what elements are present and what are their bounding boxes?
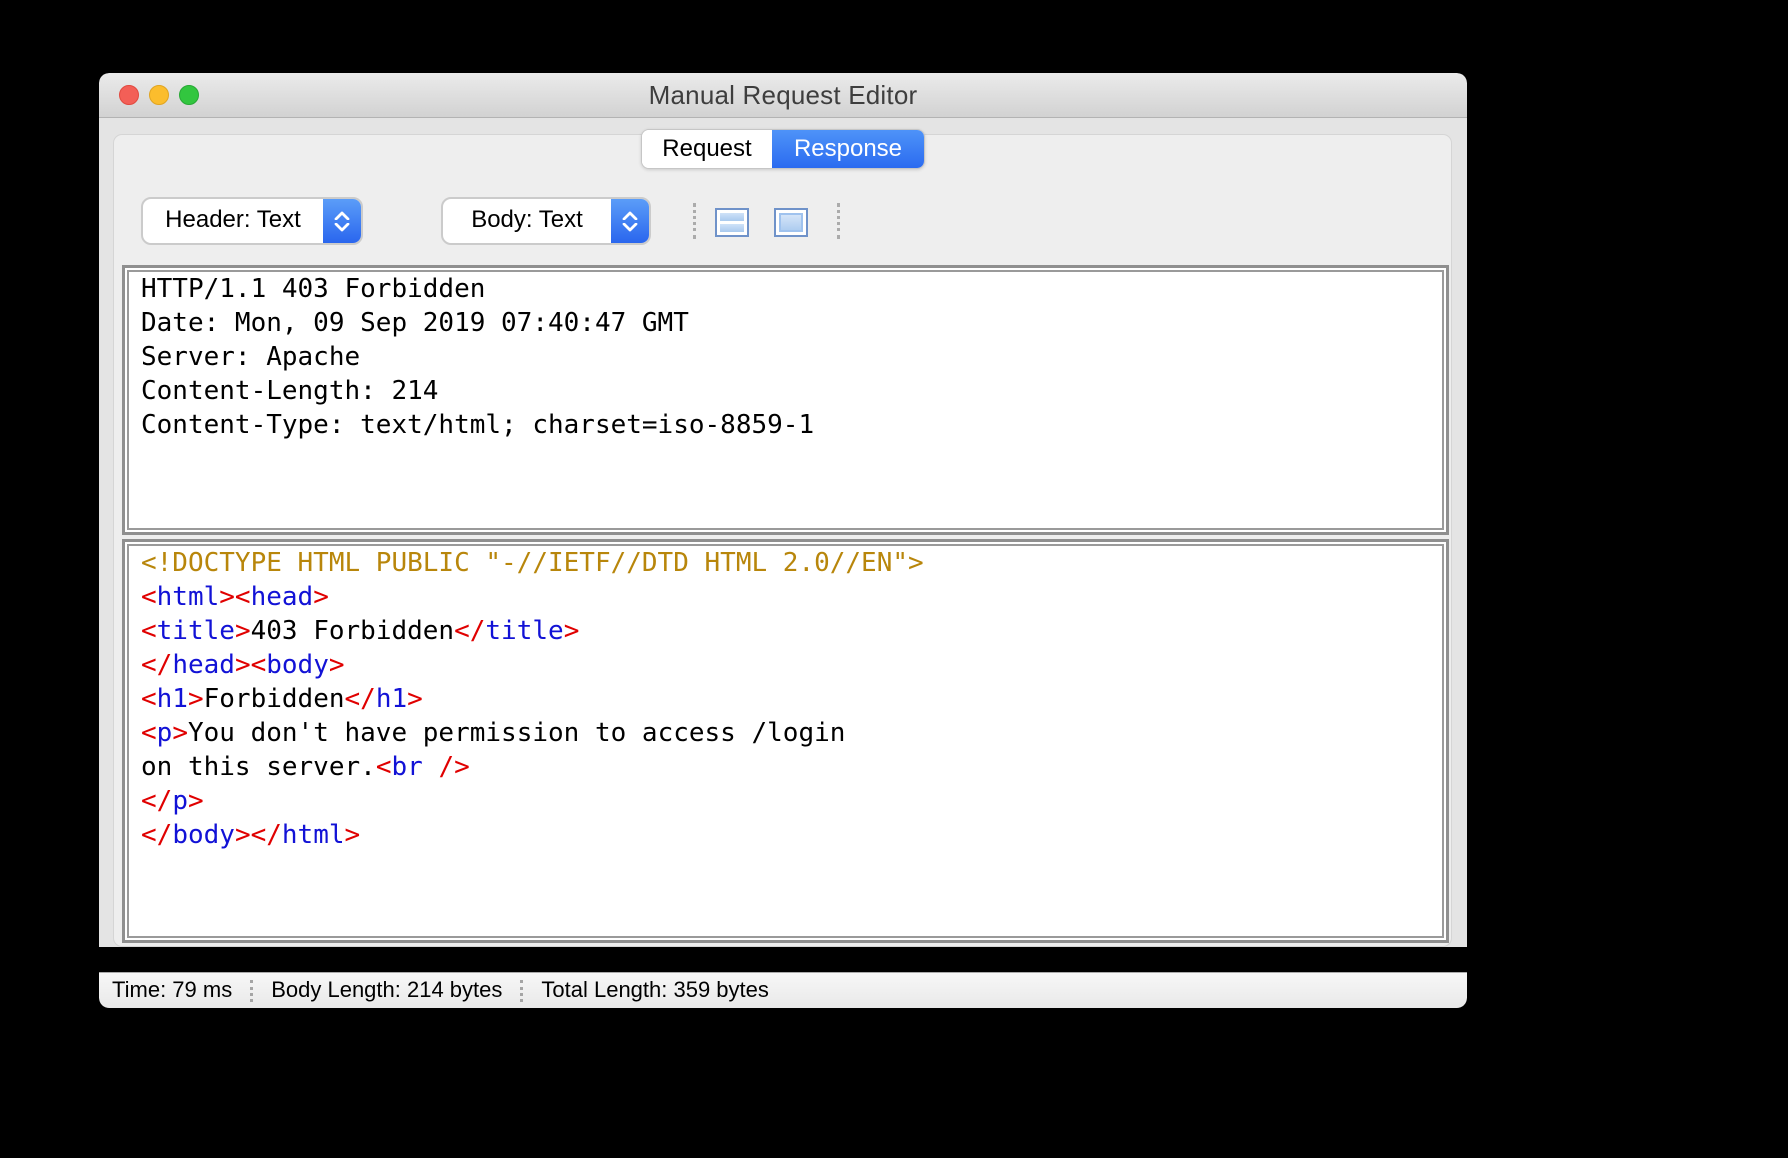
status-item: Body Length: 214 bytes [253,977,520,1005]
body-line: <!DOCTYPE HTML PUBLIC "-//IETF//DTD HTML… [141,546,1430,580]
status-bar: Time: 79 msBody Length: 214 bytesTotal L… [99,972,1467,1008]
body-format-value: Body: Text [443,206,611,236]
body-line: </head><body> [141,648,1430,682]
body-line: </p> [141,784,1430,818]
body-line: <p>You don't have permission to access /… [141,716,1430,750]
toolbar-separator [837,203,840,239]
header-format-select[interactable]: Header: Text [141,197,363,245]
header-line: Content-Length: 214 [141,374,1430,408]
body-line: <h1>Forbidden</h1> [141,682,1430,716]
toolbar-separator [693,203,696,239]
response-headers-pane: HTTP/1.1 403 ForbiddenDate: Mon, 09 Sep … [122,265,1449,535]
traffic-lights [119,85,199,105]
body-line: <title>403 Forbidden</title> [141,614,1430,648]
body-line: <html><head> [141,580,1430,614]
body-line: </body></html> [141,818,1430,852]
chevron-down-icon [622,223,638,232]
header-line: Content-Type: text/html; charset=iso-885… [141,408,1430,442]
zoom-button[interactable] [179,85,199,105]
header-format-value: Header: Text [143,206,323,236]
close-button[interactable] [119,85,139,105]
chevron-down-icon [334,223,350,232]
split-view-button[interactable] [715,208,749,237]
manual-request-editor-window: Manual Request Editor Request Response H… [99,73,1467,1008]
tab-request[interactable]: Request [642,130,772,168]
minimize-button[interactable] [149,85,169,105]
chevron-up-icon [334,211,350,220]
status-item: Total Length: 359 bytes [523,977,787,1005]
request-response-tabset: Request Response [641,129,925,169]
combined-view-icon [779,213,803,232]
body-format-select[interactable]: Body: Text [441,197,651,245]
window-title: Manual Request Editor [649,80,918,111]
response-panel: Header: Text Body: Text [113,134,1452,947]
tab-response[interactable]: Response [772,130,924,168]
response-body-pane: <!DOCTYPE HTML PUBLIC "-//IETF//DTD HTML… [122,539,1449,943]
chevron-up-icon [622,211,638,220]
title-bar[interactable]: Manual Request Editor [99,73,1467,118]
response-body-textarea[interactable]: <!DOCTYPE HTML PUBLIC "-//IETF//DTD HTML… [127,544,1444,938]
split-view-icon [720,213,744,232]
window-content: Request Response Header: Text Body: Text [99,118,1467,947]
status-item: Time: 79 ms [112,977,250,1005]
combined-view-button[interactable] [774,208,808,237]
format-toolbar: Header: Text Body: Text [114,197,1451,245]
body-line: on this server.<br /> [141,750,1430,784]
header-line: HTTP/1.1 403 Forbidden [141,272,1430,306]
window-gap [99,947,1467,972]
stepper-icon [323,199,361,243]
stepper-icon [611,199,649,243]
header-line: Server: Apache [141,340,1430,374]
response-headers-textarea[interactable]: HTTP/1.1 403 ForbiddenDate: Mon, 09 Sep … [127,270,1444,530]
header-line: Date: Mon, 09 Sep 2019 07:40:47 GMT [141,306,1430,340]
